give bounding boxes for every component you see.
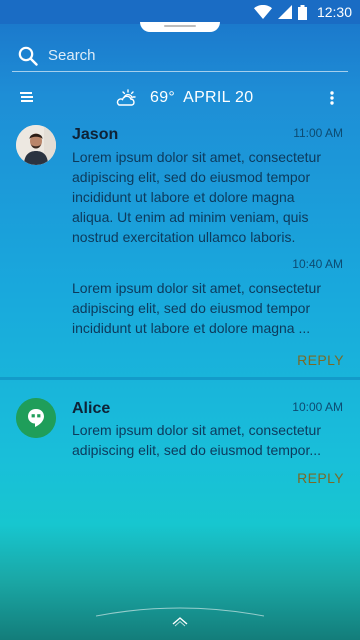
temperature: 69° — [150, 89, 176, 106]
battery-icon — [297, 4, 307, 20]
message-text: Lorem ipsum dolor sit amet, consectetur … — [72, 149, 321, 245]
message-text: Lorem ipsum dolor sit amet, consectetur … — [72, 280, 321, 336]
notification-card-alice[interactable]: Alice 10:00 AM Lorem ipsum dolor sit ame… — [0, 384, 360, 494]
wifi-icon — [253, 5, 272, 19]
date-label: APRIL 20 — [183, 89, 254, 106]
more-options-icon[interactable] — [329, 90, 335, 106]
swipe-up-handle[interactable] — [96, 604, 264, 634]
menu-icon[interactable] — [20, 92, 34, 104]
weather-summary: 69° APRIL 20 — [116, 84, 253, 112]
avatar — [16, 125, 56, 165]
status-bar: 12:30 — [0, 0, 360, 24]
message-time: 10:40 AM — [292, 257, 343, 271]
reply-button[interactable]: REPLY — [297, 470, 344, 486]
search-input[interactable] — [48, 47, 328, 64]
hangouts-icon — [16, 398, 56, 438]
search-bar[interactable] — [12, 40, 348, 72]
pull-down-handle[interactable] — [140, 22, 220, 32]
search-icon[interactable] — [18, 46, 38, 66]
message-text: Lorem ipsum dolor sit amet, consectetur … — [72, 422, 322, 458]
message-time: 10:00 AM — [292, 400, 343, 414]
partly-cloudy-icon — [116, 89, 136, 106]
signal-icon — [277, 5, 292, 19]
status-time: 12:30 — [316, 4, 352, 20]
notification-card-jason[interactable]: Jason 11:00 AM Lorem ipsum dolor sit ame… — [0, 118, 360, 380]
contact-name: Alice — [72, 400, 111, 417]
toolbar: 69° APRIL 20 — [0, 84, 360, 112]
contact-name: Jason — [72, 126, 119, 143]
reply-button[interactable]: REPLY — [297, 352, 344, 368]
message-time: 11:00 AM — [293, 126, 343, 140]
